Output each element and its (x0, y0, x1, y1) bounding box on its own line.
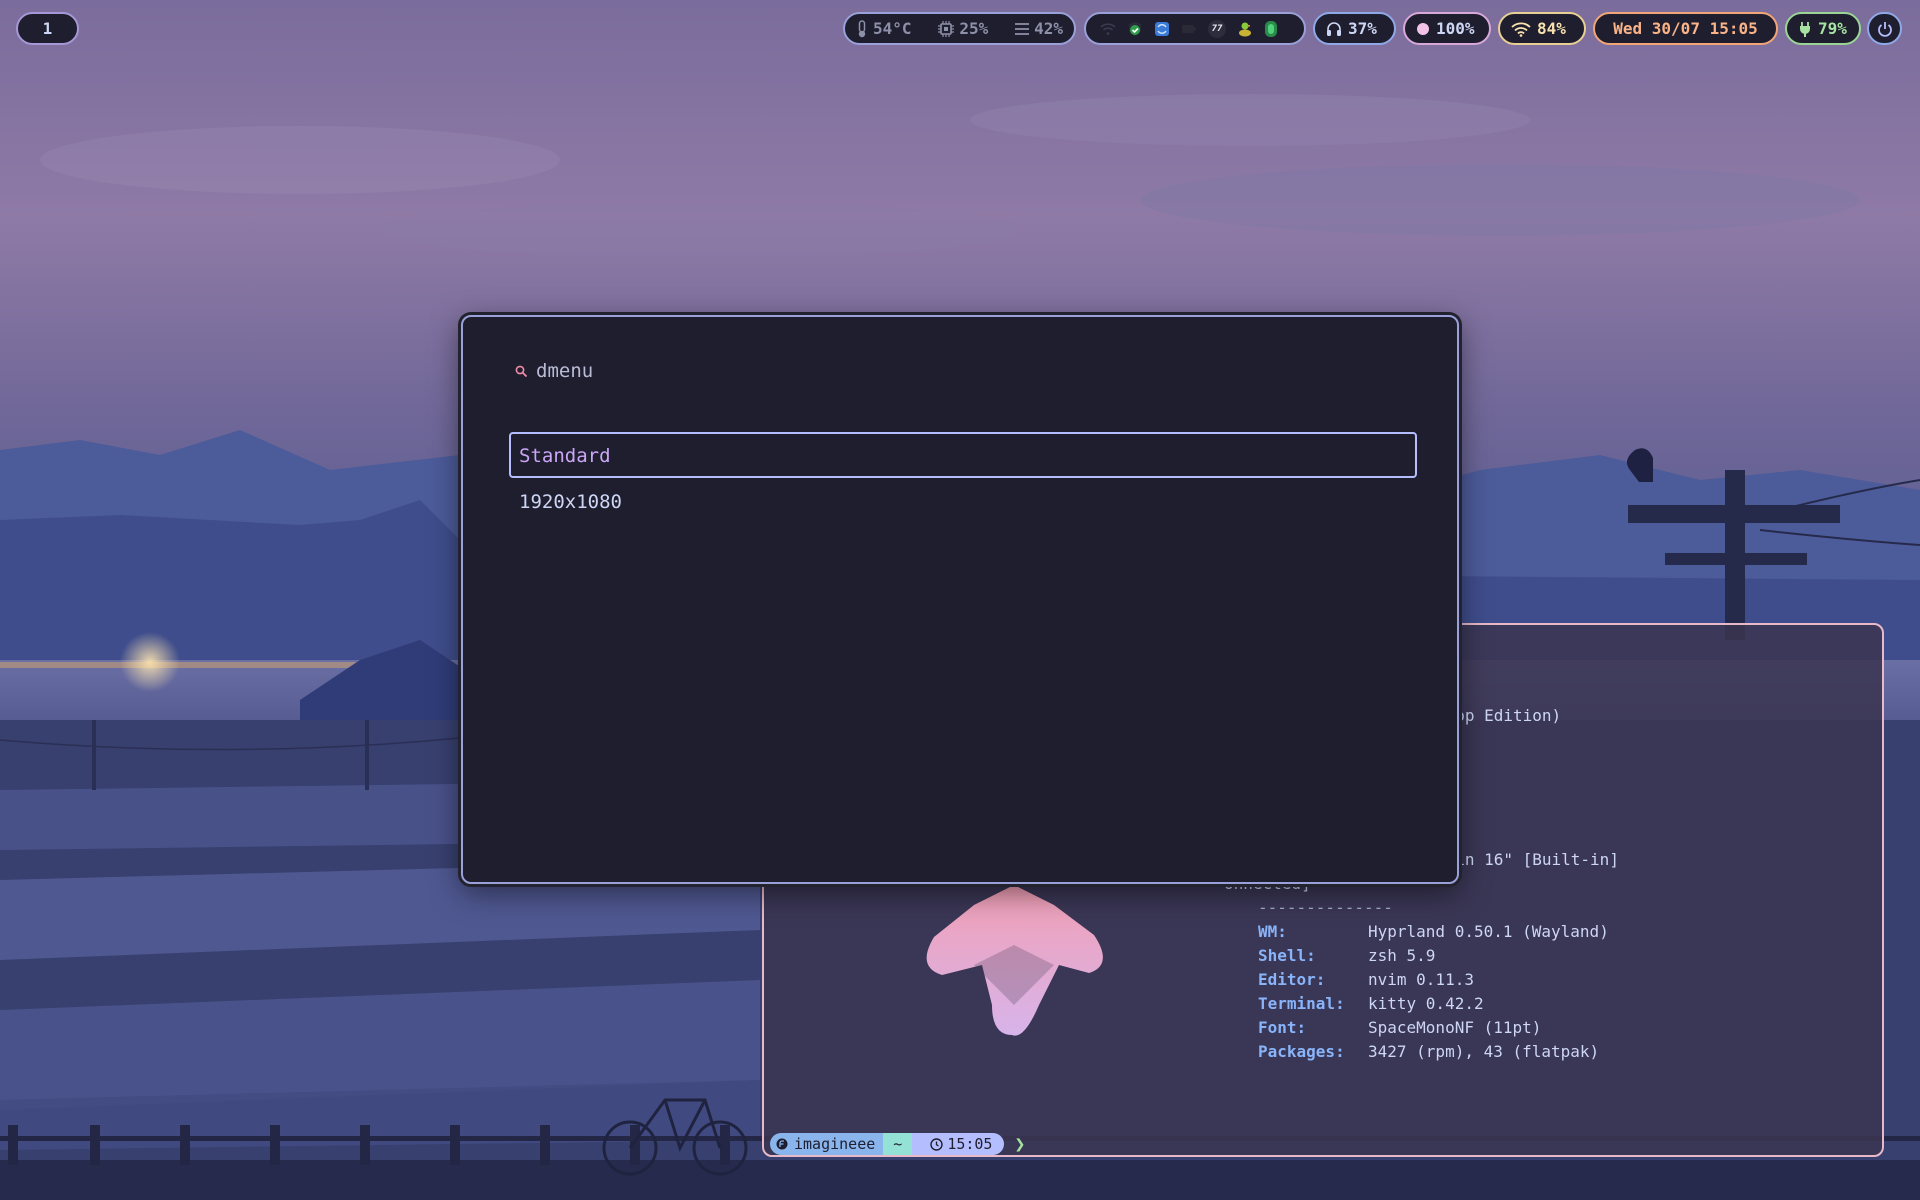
wifi-strength-value: 84% (1537, 19, 1566, 38)
temperature-stat: 54°C (856, 19, 912, 38)
duck-icon[interactable] (1237, 21, 1253, 37)
launcher-search[interactable] (515, 360, 936, 382)
fastfetch-line: Terminal: kitty 0.42.2 (1258, 992, 1878, 1016)
app-77-label: 77 (1211, 23, 1223, 34)
fastfetch-value: SpaceMonoNF (11pt) (1368, 1018, 1542, 1037)
fastfetch-value: 3427 (rpm), 43 (flatpak) (1368, 1042, 1600, 1061)
plug-icon (1800, 21, 1810, 37)
prompt-time: 15:05 (947, 1135, 993, 1153)
memory-icon (1015, 22, 1030, 35)
fastfetch-key: WM: (1258, 922, 1287, 941)
fastfetch-key: Packages: (1258, 1042, 1345, 1061)
prompt-user: imagineee (794, 1135, 876, 1153)
temperature-value: 54°C (873, 19, 912, 38)
app-launcher[interactable]: Standard1920x1080 (461, 315, 1459, 884)
clock[interactable]: Wed 30/07 15:05 (1593, 12, 1778, 45)
clock-value: Wed 30/07 15:05 (1613, 19, 1758, 38)
workspace-indicator[interactable]: 1 (16, 12, 79, 45)
system-stats: 54°C 25% 42% (843, 12, 1076, 45)
battery-status[interactable]: 79% (1785, 12, 1861, 45)
system-tray: 77 (1084, 12, 1306, 45)
cpu-value: 25% (959, 19, 989, 38)
prompt-time-segment: 15:05 (910, 1133, 1005, 1155)
memory-value: 42% (1034, 19, 1063, 38)
thermometer-icon (858, 19, 866, 37)
brightness-icon (1417, 22, 1429, 35)
fastfetch-key: Shell: (1258, 946, 1316, 965)
fastfetch-value: kitty 0.42.2 (1368, 994, 1484, 1013)
battery-value: 79% (1818, 19, 1847, 38)
cpu-icon (938, 20, 955, 37)
fastfetch-value: -------------- (1258, 898, 1393, 917)
fastfetch-line: Shell: zsh 5.9 (1258, 944, 1878, 968)
fastfetch-key: Terminal: (1258, 994, 1345, 1013)
launcher-entry[interactable]: Standard (509, 432, 1417, 478)
fastfetch-line: Packages: 3427 (rpm), 43 (flatpak) (1258, 1040, 1878, 1064)
distro-logo (926, 885, 1103, 1036)
search-input[interactable] (536, 360, 936, 382)
workspace-number: 1 (42, 19, 53, 38)
headphones-icon (1327, 21, 1341, 36)
launcher-entry[interactable]: 1920x1080 (509, 478, 1417, 524)
audio-volume-value: 37% (1348, 19, 1377, 38)
prompt-dir: ~ (883, 1133, 913, 1155)
power-icon (1877, 21, 1892, 37)
prompt-chevron: ❯ (1014, 1133, 1026, 1155)
brightness-value: 100% (1436, 19, 1475, 38)
app-77-icon[interactable]: 77 (1208, 19, 1226, 38)
wifi-status[interactable]: 84% (1498, 12, 1586, 45)
app-blue-icon[interactable] (1154, 21, 1170, 37)
green-app-icon[interactable] (1264, 20, 1278, 38)
fastfetch-value: Hyprland 0.50.1 (Wayland) (1368, 922, 1609, 941)
check-shield-icon[interactable] (1127, 21, 1143, 37)
prompt-user-segment: imagineee (770, 1133, 884, 1155)
search-icon (515, 365, 528, 377)
wifi-faint-icon[interactable] (1100, 22, 1116, 36)
cpu-stat: 25% (938, 19, 988, 38)
fastfetch-line: Font: SpaceMonoNF (11pt) (1258, 1016, 1878, 1040)
battery-dark-icon[interactable] (1181, 23, 1197, 35)
fastfetch-value: nvim 0.11.3 (1368, 970, 1474, 989)
audio-volume[interactable]: 37% (1313, 12, 1396, 45)
fastfetch-key: Editor: (1258, 970, 1326, 989)
fastfetch-line: -------------- (1258, 896, 1878, 920)
fastfetch-line: Editor: nvim 0.11.3 (1258, 968, 1878, 992)
clock-icon (930, 1137, 944, 1151)
fastfetch-value: zsh 5.9 (1368, 946, 1436, 965)
fastfetch-line: WM: Hyprland 0.50.1 (Wayland) (1258, 920, 1878, 944)
shell-prompt: imagineee ~ 15:05 ❯ (770, 1133, 1025, 1155)
brightness[interactable]: 100% (1403, 12, 1491, 45)
fedora-icon (776, 1138, 788, 1150)
launcher-entries: Standard 1920x1080 (509, 432, 1417, 524)
fastfetch-key: Font: (1258, 1018, 1307, 1037)
memory-stat: 42% (1015, 19, 1063, 38)
wifi-icon (1511, 22, 1531, 37)
power-button[interactable] (1867, 12, 1902, 45)
